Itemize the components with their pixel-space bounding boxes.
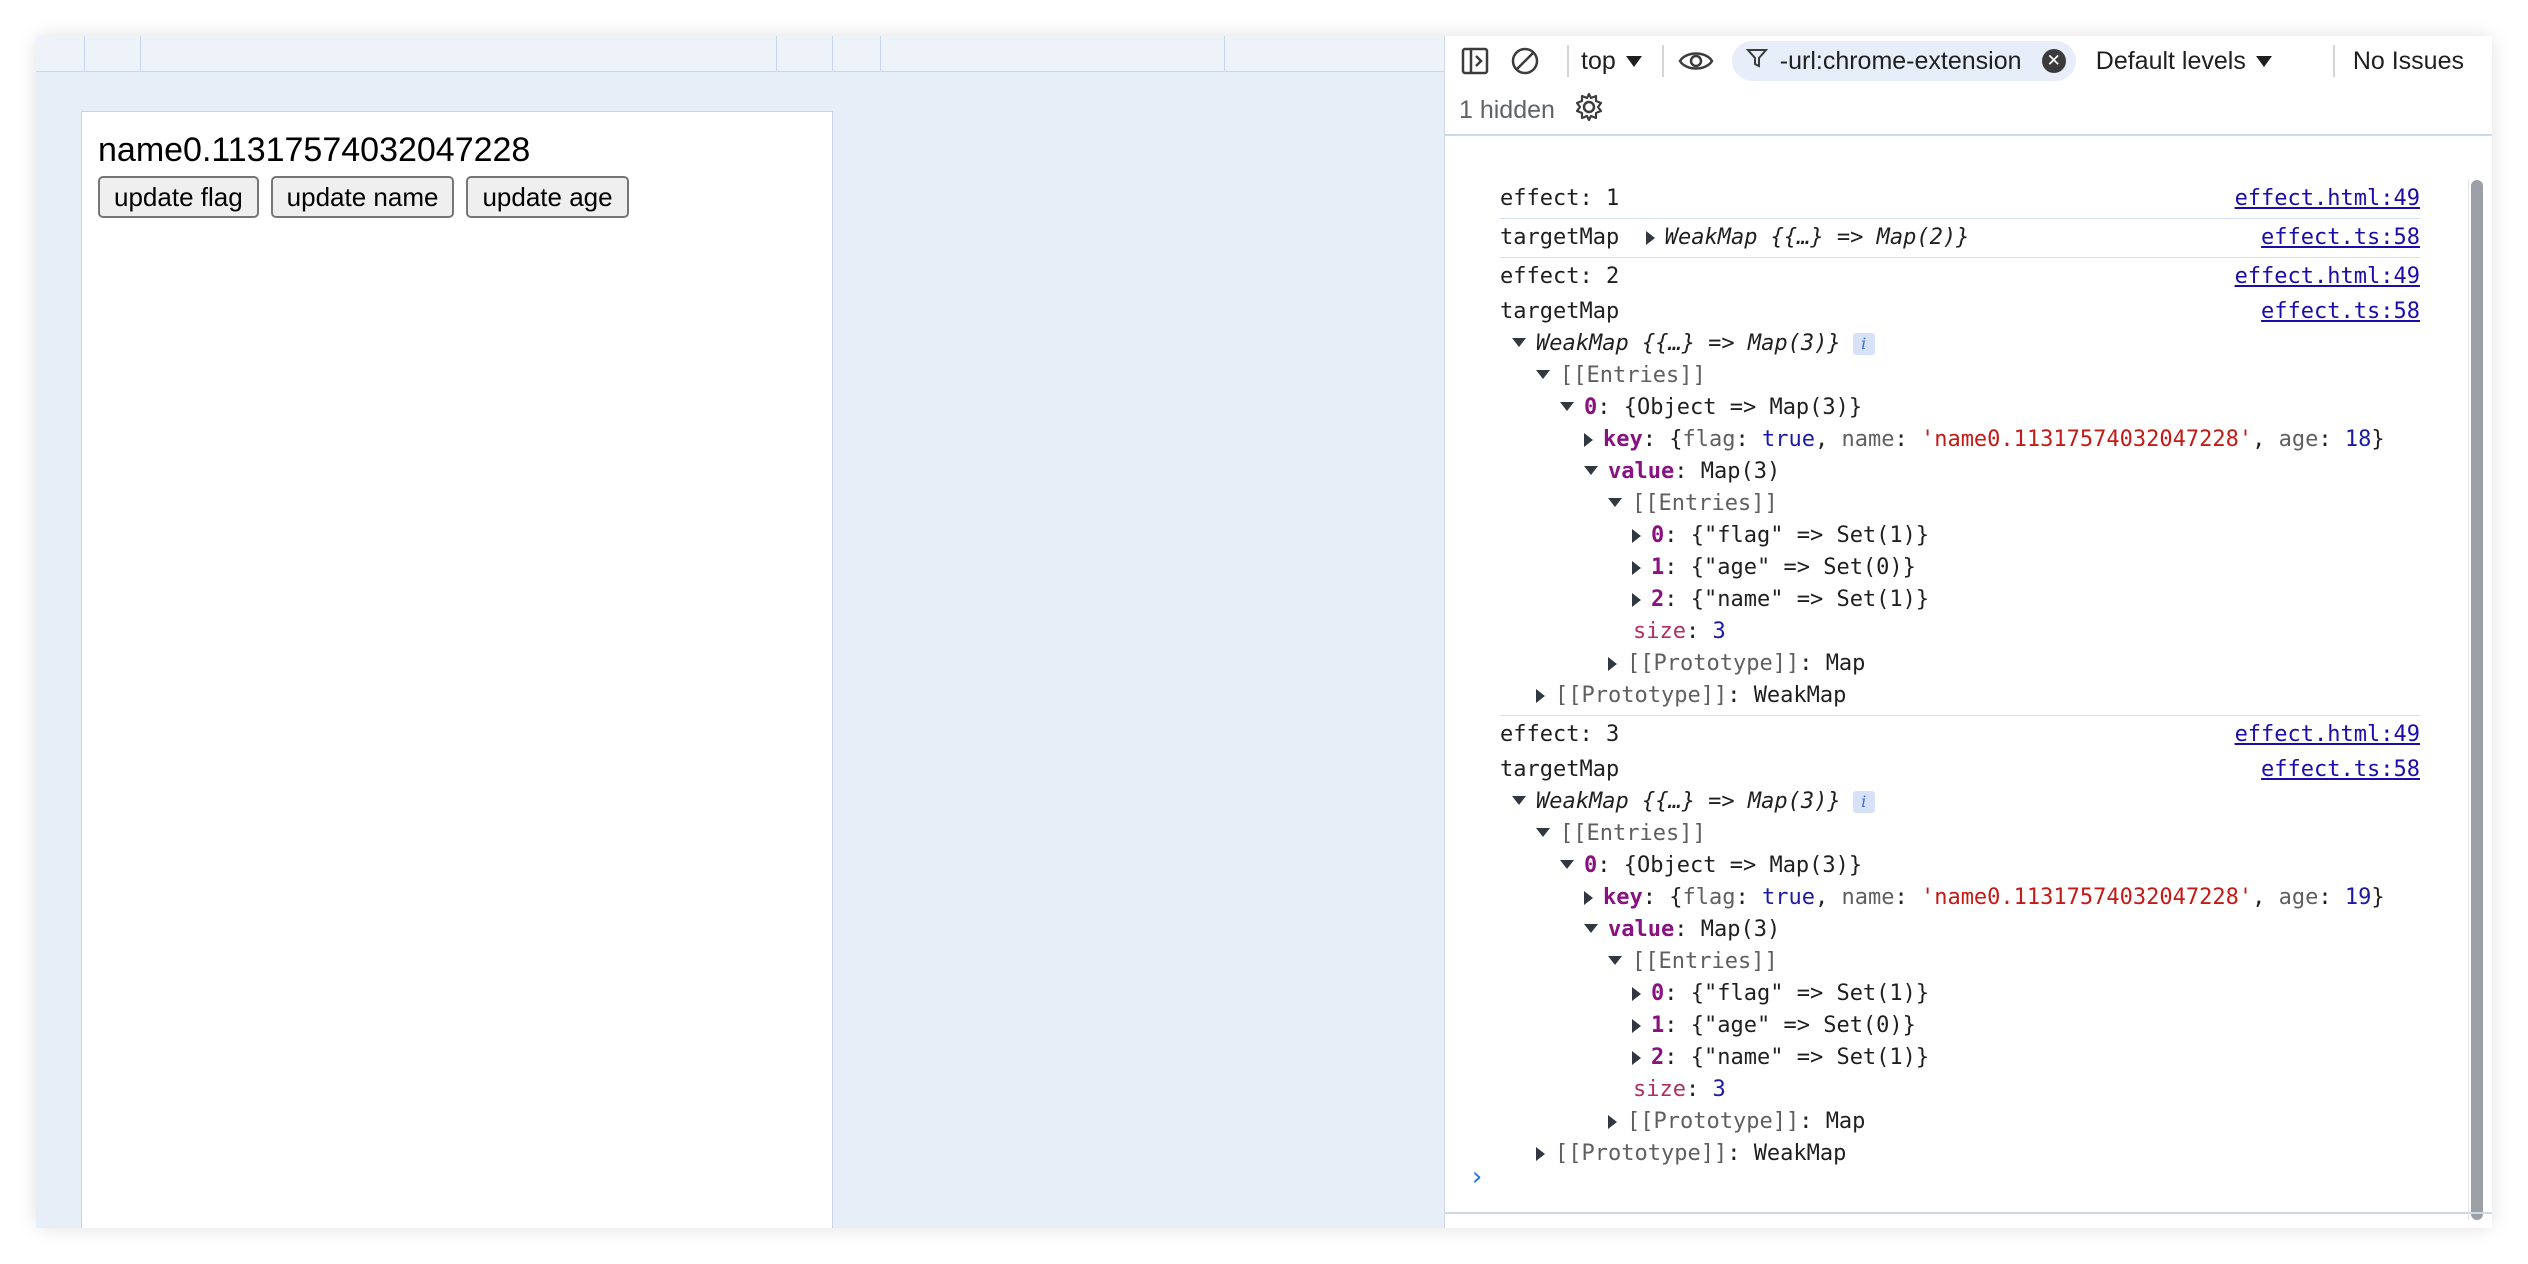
value-node[interactable]: value: Map(3) bbox=[1500, 914, 2420, 946]
entries-node[interactable]: [[Entries]] bbox=[1500, 818, 2420, 850]
browser-window: name0.11317574032047228 update flag upda… bbox=[36, 36, 2492, 1228]
log-effect-1: effect: 1 effect.html:49 bbox=[1500, 180, 2420, 219]
entries-node[interactable]: [[Entries]] bbox=[1500, 360, 2420, 392]
map-entry-name[interactable]: 2: {"name" => Set(1)} bbox=[1500, 1042, 2420, 1074]
live-expression-eye-icon[interactable] bbox=[1676, 41, 1716, 81]
source-link[interactable]: effect.html:49 bbox=[2235, 183, 2420, 215]
value-node[interactable]: value: Map(3) bbox=[1500, 456, 2420, 488]
source-link[interactable]: effect.ts:58 bbox=[2261, 296, 2420, 328]
console-settings-icon[interactable] bbox=[1573, 91, 1605, 130]
log-label: targetMap bbox=[1500, 225, 1620, 250]
map-entry-name[interactable]: 2: {"name" => Set(1)} bbox=[1500, 584, 2420, 616]
clear-filter-icon[interactable]: ✕ bbox=[2041, 49, 2066, 73]
device-ruler bbox=[36, 36, 1444, 72]
weakmap-node[interactable]: WeakMap {{…} => Map(3)} i bbox=[1500, 786, 2420, 818]
source-link[interactable]: effect.html:49 bbox=[2235, 719, 2420, 751]
sidebar-toggle-icon[interactable] bbox=[1455, 41, 1495, 81]
context-label: top bbox=[1581, 46, 1616, 75]
console-toolbar: top -url:chrome-extension ✕ Default leve… bbox=[1445, 36, 2492, 86]
update-age-button[interactable]: update age bbox=[466, 176, 629, 218]
map-prototype-node[interactable]: [[Prototype]]: Map bbox=[1500, 648, 2420, 680]
scrollbar-thumb[interactable] bbox=[2471, 180, 2483, 1220]
filter-input[interactable]: -url:chrome-extension ✕ bbox=[1731, 41, 2076, 81]
filter-text: -url:chrome-extension bbox=[1779, 46, 2022, 75]
log-targetmap-1: targetMap WeakMap {{…} => Map(2)} effect… bbox=[1500, 219, 2420, 258]
update-flag-button[interactable]: update flag bbox=[98, 176, 259, 218]
console-scrollbar[interactable] bbox=[2468, 180, 2484, 1220]
console-subtoolbar: 1 hidden bbox=[1445, 86, 2492, 136]
expand-weakmap-toggle[interactable]: WeakMap {{…} => Map(2)} bbox=[1645, 225, 1969, 250]
chevron-down-icon bbox=[2255, 55, 2272, 67]
weakmap-prototype-node[interactable]: [[Prototype]]: WeakMap bbox=[1500, 1138, 2420, 1170]
key-node[interactable]: key: {flag: true, name: 'name0.113175740… bbox=[1500, 424, 2420, 456]
clear-console-icon[interactable] bbox=[1505, 41, 1545, 81]
update-name-button[interactable]: update name bbox=[270, 176, 455, 218]
log-effect-2: effect: 2 effect.html:49 bbox=[1500, 258, 2420, 296]
log-levels-label: Default levels bbox=[2095, 46, 2246, 75]
devtools-panel: top -url:chrome-extension ✕ Default leve… bbox=[1444, 36, 2492, 1228]
value-entries-node[interactable]: [[Entries]] bbox=[1500, 488, 2420, 520]
hidden-count: 1 hidden bbox=[1459, 95, 1555, 124]
console-prompt[interactable]: › bbox=[1469, 1162, 1485, 1192]
map-size: size: 3 bbox=[1633, 619, 1726, 644]
page-area: name0.11317574032047228 update flag upda… bbox=[36, 36, 1444, 1228]
map-size: size: 3 bbox=[1633, 1077, 1726, 1102]
console-log-list: effect: 1 effect.html:49 targetMap WeakM… bbox=[1500, 180, 2420, 1173]
entry-0-node[interactable]: 0: {Object => Map(3)} bbox=[1500, 850, 2420, 882]
filter-icon bbox=[1745, 47, 1768, 76]
map-entry-flag[interactable]: 0: {"flag" => Set(1)} bbox=[1500, 978, 2420, 1010]
chevron-down-icon bbox=[1625, 55, 1642, 67]
weakmap-prototype-node[interactable]: [[Prototype]]: WeakMap bbox=[1500, 680, 2420, 712]
source-link[interactable]: effect.ts:58 bbox=[2261, 222, 2420, 254]
value-entries-node[interactable]: [[Entries]] bbox=[1500, 946, 2420, 978]
source-link[interactable]: effect.ts:58 bbox=[2261, 754, 2420, 786]
weakmap-node[interactable]: WeakMap {{…} => Map(3)} i bbox=[1500, 328, 2420, 360]
page-viewport: name0.11317574032047228 update flag upda… bbox=[81, 111, 833, 1228]
page-title: name0.11317574032047228 bbox=[98, 131, 531, 169]
map-entry-age[interactable]: 1: {"age" => Set(0)} bbox=[1500, 552, 2420, 584]
log-levels-dropdown[interactable]: Default levels bbox=[2096, 47, 2272, 76]
context-selector[interactable]: top bbox=[1581, 47, 1642, 76]
key-node[interactable]: key: {flag: true, name: 'name0.113175740… bbox=[1500, 882, 2420, 914]
log-targetmap-3: targetMap effect.ts:58 WeakMap {{…} => M… bbox=[1500, 754, 2420, 1173]
info-icon[interactable]: i bbox=[1852, 791, 1875, 813]
button-row: update flag update name update age bbox=[98, 176, 816, 218]
entry-0-node[interactable]: 0: {Object => Map(3)} bbox=[1500, 392, 2420, 424]
issues-button[interactable]: No Issues bbox=[2332, 45, 2492, 77]
source-link[interactable]: effect.html:49 bbox=[2235, 261, 2420, 293]
console-messages: effect: 1 effect.html:49 targetMap WeakM… bbox=[1445, 140, 2492, 1228]
info-icon[interactable]: i bbox=[1852, 333, 1875, 355]
map-entry-flag[interactable]: 0: {"flag" => Set(1)} bbox=[1500, 520, 2420, 552]
log-effect-3: effect: 3 effect.html:49 bbox=[1500, 716, 2420, 754]
map-entry-age[interactable]: 1: {"age" => Set(0)} bbox=[1500, 1010, 2420, 1042]
map-prototype-node[interactable]: [[Prototype]]: Map bbox=[1500, 1106, 2420, 1138]
log-targetmap-2: targetMap effect.ts:58 WeakMap {{…} => M… bbox=[1500, 296, 2420, 716]
